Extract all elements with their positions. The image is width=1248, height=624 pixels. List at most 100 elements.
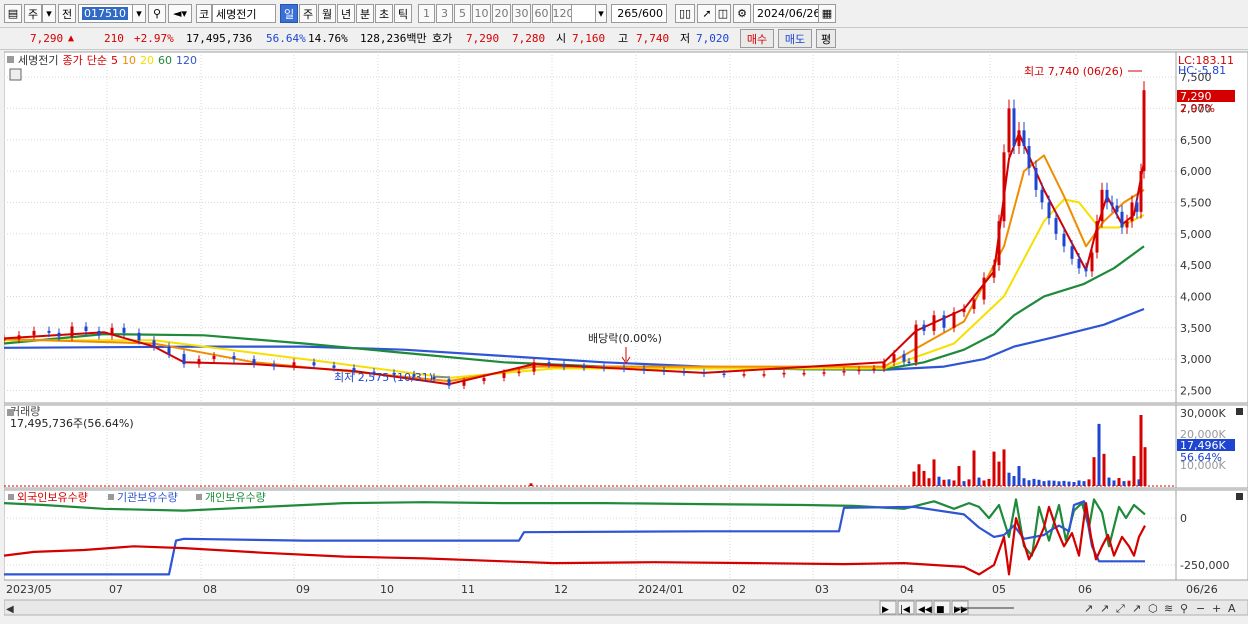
market-select-button[interactable]: 주 <box>24 4 42 23</box>
candle-body <box>252 359 256 365</box>
code-dropdown-icon[interactable]: ▾ <box>132 4 146 23</box>
candle-body <box>972 299 976 309</box>
volume-bar <box>1139 415 1143 486</box>
tool-icon-4: ⬡ <box>1148 602 1158 615</box>
volume-bar <box>937 476 941 486</box>
interval-tab-2[interactable]: 5 <box>454 4 471 23</box>
stock-chart[interactable]: 7,5007,0006,5006,0005,5005,0004,5004,000… <box>2 50 1248 621</box>
candle-body <box>17 335 21 340</box>
interval-tab-6[interactable]: 60 <box>532 4 551 23</box>
date-field[interactable]: 2024/06/26 <box>753 4 820 23</box>
gear-icon[interactable]: ⚙ <box>733 4 751 23</box>
period-tab-1[interactable]: 주 <box>299 4 317 23</box>
volume-summary: 17,495,736주(56.64%) <box>10 417 134 430</box>
search-icon[interactable]: ⚲ <box>148 4 166 23</box>
candle-body <box>1105 189 1109 203</box>
calendar-icon[interactable]: ▦ <box>818 4 836 23</box>
period-tab-3[interactable]: 년 <box>337 4 355 23</box>
candle-body <box>1142 90 1146 172</box>
nav-icon-glyph: ◀◀ <box>918 605 932 615</box>
candle-type-icon[interactable]: ▯▯ <box>675 4 695 23</box>
volume-panel-close-icon[interactable] <box>1236 408 1243 415</box>
candle-body <box>137 332 141 341</box>
holding-panel-close-icon[interactable] <box>1236 493 1243 500</box>
x-tick-label: 03 <box>815 583 829 596</box>
chart-area[interactable]: 7,500 7,000 6,500 6,000 5,500 5,000 4,500 4,000… <box>2 50 1248 621</box>
volume-bar <box>1132 456 1136 486</box>
candle-body <box>722 373 726 376</box>
period-tab-0[interactable]: 일 <box>280 4 298 23</box>
candle-body <box>922 324 926 331</box>
candle-body <box>167 346 171 355</box>
holding-legend-item-2: 개인보유수량 <box>205 491 266 504</box>
tool-icon-9: A <box>1228 602 1236 615</box>
interval-tab-0[interactable]: 1 <box>418 4 435 23</box>
high-annotation: 최고 7,740 (06/26) <box>1024 65 1123 78</box>
volume-ytick: 30,000K <box>1180 407 1226 420</box>
candle-body <box>907 361 911 364</box>
stock-name-field[interactable]: 세명전기 <box>212 4 276 23</box>
candle-body <box>742 374 746 376</box>
price-ytick: 4,000 <box>1180 290 1212 303</box>
candle-body <box>857 369 861 372</box>
period-tab-5[interactable]: 초 <box>375 4 393 23</box>
candle-body <box>932 315 936 331</box>
prev-button[interactable]: 전 <box>58 4 76 23</box>
candle-body <box>1077 258 1081 269</box>
period-tab-6[interactable]: 틱 <box>394 4 412 23</box>
range-dropdown-icon[interactable]: ▾ <box>595 4 607 23</box>
volume-ghost-label-2: 10,000K <box>1180 459 1226 472</box>
data-table-icon[interactable] <box>9 68 22 81</box>
save-icon[interactable]: ◫ <box>715 4 731 23</box>
volume-bar <box>1052 480 1056 486</box>
candle-body <box>562 364 566 367</box>
market-tag: 코 <box>196 4 212 23</box>
volume-bar <box>1022 478 1026 486</box>
volume-bar <box>1082 481 1086 486</box>
interval-tab-3[interactable]: 10 <box>472 4 491 23</box>
volume-bar <box>992 451 996 486</box>
price-ytick: 3,500 <box>1180 322 1212 335</box>
candle-body <box>232 355 236 360</box>
chart-menu-icon[interactable]: ▤ <box>4 4 22 23</box>
tool-icon-7: − <box>1196 602 1205 615</box>
interval-tab-5[interactable]: 30 <box>512 4 531 23</box>
market-dropdown-icon[interactable]: ▾ <box>42 4 56 23</box>
price-change: 210 <box>104 32 124 45</box>
volume-bar <box>922 470 926 486</box>
period-tab-4[interactable]: 분 <box>356 4 374 23</box>
x-tick-label: 2024/01 <box>638 583 684 596</box>
candle-body <box>547 362 551 365</box>
horizontal-scrollbar[interactable] <box>3 599 1248 616</box>
price-ytick: 2,500 <box>1180 384 1212 397</box>
count-field[interactable]: 265/600 <box>611 4 667 23</box>
candle-body <box>272 364 276 367</box>
interval-tab-4[interactable]: 20 <box>492 4 511 23</box>
tool-icon-5: ≋ <box>1164 602 1173 615</box>
period-tab-2[interactable]: 월 <box>318 4 336 23</box>
bid-label: 호가 <box>432 32 453 45</box>
candle-body <box>997 221 1001 266</box>
candle-body <box>447 379 451 386</box>
line-tool-icon[interactable]: ➚ <box>697 4 717 23</box>
price-ytick: 6,500 <box>1180 134 1212 147</box>
candle-body <box>642 368 646 371</box>
candle-body <box>762 374 766 376</box>
candle-body <box>1125 221 1129 228</box>
legend-item-4: 20 <box>140 54 154 67</box>
candle-body <box>122 327 126 333</box>
x-tick-label: 06/26 <box>1186 583 1218 596</box>
volume-bar <box>952 480 956 486</box>
evaluate-button[interactable]: 평 <box>816 29 836 48</box>
candle-body <box>1120 211 1124 228</box>
legend-square-icon <box>7 56 14 63</box>
sound-icon[interactable]: ◄▾ <box>168 4 192 23</box>
sell-button[interactable]: 매도 <box>778 29 812 48</box>
low-label: 저 <box>680 32 691 45</box>
candle-body <box>110 327 114 336</box>
stock-code-input[interactable]: 017510 <box>78 4 134 23</box>
buy-button[interactable]: 매수 <box>740 29 774 48</box>
volume-bar <box>1047 480 1051 486</box>
candle-body <box>152 340 156 347</box>
interval-tab-1[interactable]: 3 <box>436 4 453 23</box>
